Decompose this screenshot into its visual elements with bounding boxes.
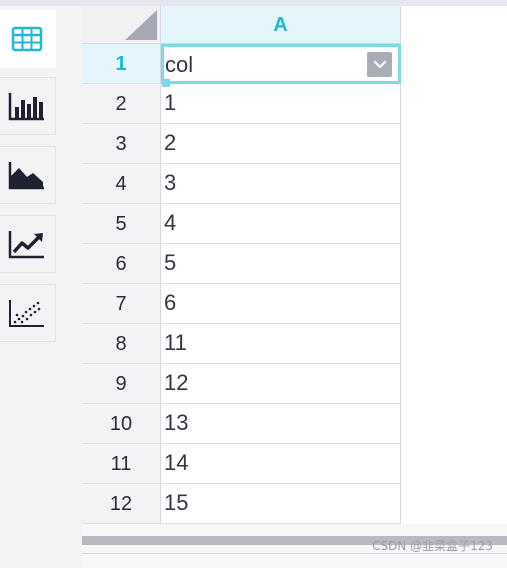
table-row: 10 13: [82, 404, 401, 444]
watermark: CSDN @韭菜盒子123: [372, 539, 493, 553]
row-header[interactable]: 1: [82, 44, 161, 84]
row-header[interactable]: 11: [82, 444, 161, 484]
cell[interactable]: 6: [161, 284, 401, 324]
row-header[interactable]: 6: [82, 244, 161, 284]
area-chart-button[interactable]: [0, 146, 56, 204]
cell[interactable]: 12: [161, 364, 401, 404]
row-header[interactable]: 4: [82, 164, 161, 204]
cell[interactable]: 14: [161, 444, 401, 484]
chart-type-toolbar: [0, 6, 58, 562]
row-header[interactable]: 10: [82, 404, 161, 444]
cell-value: col: [165, 52, 194, 77]
sheet-rows: 1 col 2 1 3 2 4 3 5 4 6 5 7 6 8 11 9 12 …: [82, 44, 401, 524]
line-chart-icon: [8, 231, 44, 259]
table-row: 9 12: [82, 364, 401, 404]
row-header[interactable]: 5: [82, 204, 161, 244]
select-all-corner[interactable]: [82, 6, 161, 44]
cell[interactable]: 5: [161, 244, 401, 284]
table-row: 11 14: [82, 444, 401, 484]
table-row: 4 3: [82, 164, 401, 204]
table-row: 7 6: [82, 284, 401, 324]
row-header[interactable]: 12: [82, 484, 161, 524]
cell[interactable]: 15: [161, 484, 401, 524]
scatter-chart-icon: [9, 300, 44, 327]
corner-triangle-icon: [125, 10, 157, 40]
chevron-down-icon: [373, 60, 386, 68]
table-row: 6 5: [82, 244, 401, 284]
table-row: 1 col: [82, 44, 401, 87]
cell[interactable]: 13: [161, 404, 401, 444]
cell[interactable]: 2: [161, 124, 401, 164]
table-row: 12 15: [82, 484, 401, 524]
table-row: 5 4: [82, 204, 401, 244]
table-icon: [11, 26, 43, 52]
cell[interactable]: 3: [161, 164, 401, 204]
table-row: 3 2: [82, 124, 401, 164]
cell[interactable]: 1: [161, 84, 401, 124]
line-chart-button[interactable]: [0, 215, 56, 273]
row-header[interactable]: 8: [82, 324, 161, 364]
table-row: 8 11: [82, 324, 401, 364]
row-header[interactable]: 3: [82, 124, 161, 164]
row-header[interactable]: 9: [82, 364, 161, 404]
column-header-a[interactable]: A: [161, 6, 401, 44]
bar-chart-button[interactable]: [0, 77, 56, 135]
area-chart-icon: [8, 162, 44, 190]
row-header[interactable]: 2: [82, 84, 161, 124]
cell-a1[interactable]: col: [161, 44, 401, 87]
cell[interactable]: 4: [161, 204, 401, 244]
scatter-chart-button[interactable]: [0, 284, 56, 342]
column-type-dropdown[interactable]: [367, 52, 392, 77]
table-view-button[interactable]: [0, 10, 56, 68]
bar-chart-icon: [8, 93, 44, 121]
table-row: 2 1: [82, 84, 401, 124]
cell[interactable]: 11: [161, 324, 401, 364]
row-header[interactable]: 7: [82, 284, 161, 324]
spreadsheet: A 1 col 2 1 3 2 4 3 5 4 6 5 7 6 8 11 9 1…: [82, 6, 507, 568]
